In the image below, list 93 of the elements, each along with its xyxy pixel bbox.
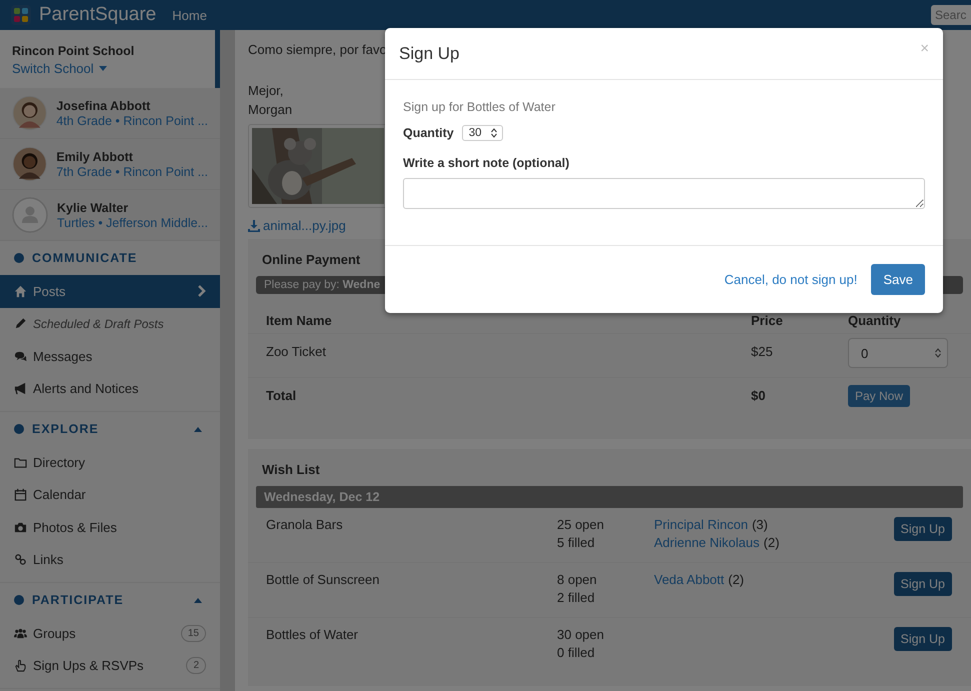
- caret-icon[interactable]: [194, 426, 202, 432]
- signup-count: (2): [764, 535, 780, 550]
- column-header: Price: [751, 313, 784, 328]
- date-header: Wednesday, Dec 12: [256, 486, 963, 508]
- avatar-placeholder-icon: [12, 197, 48, 233]
- note-label: Write a short note (optional): [403, 156, 570, 170]
- section-title: COMMUNICATE: [32, 251, 138, 265]
- total-label: Total: [266, 388, 298, 403]
- calendar-icon: [14, 488, 27, 502]
- nav-item[interactable]: Links: [0, 544, 220, 576]
- student-name: Kylie Walter: [57, 200, 130, 214]
- card-title: Wish List: [261, 461, 321, 479]
- message-text: Morgan: [248, 101, 292, 119]
- item-name: Bottle of Sunscreen: [266, 572, 380, 589]
- dialog-title: Sign Up: [399, 44, 460, 64]
- stepper-icon: [490, 128, 496, 138]
- nav-item[interactable]: Alerts and Notices: [0, 372, 220, 405]
- open-count: 8 open: [557, 572, 598, 587]
- table-cell-text: $25: [751, 344, 774, 359]
- house-icon: [14, 284, 27, 298]
- search-field[interactable]: Searc: [931, 5, 971, 25]
- message-text: Mejor,: [248, 82, 284, 100]
- nav-item[interactable]: Calendar: [0, 478, 220, 511]
- bullet-icon: [14, 253, 24, 263]
- chat-icon: [14, 350, 27, 363]
- camera-icon: [14, 520, 27, 534]
- nav-item[interactable]: Messages: [0, 340, 220, 372]
- sign-up-button[interactable]: Sign Up: [894, 517, 952, 541]
- student-row[interactable]: Emily Abbott 7th Grade • Rincon Point ...: [0, 139, 220, 190]
- sign-up-button[interactable]: Sign Up: [894, 627, 952, 651]
- section-title: EXPLORE: [32, 422, 99, 436]
- due-date-notice: Please pay by: Wedne: [264, 279, 380, 291]
- column-header: Quantity: [848, 313, 902, 328]
- people-icon: [14, 626, 27, 640]
- table-cell-text: Zoo Ticket: [266, 344, 327, 359]
- caret-icon: [98, 66, 107, 71]
- student-row[interactable]: Josefina Abbott 4th Grade • Rincon Point ...: [0, 88, 220, 139]
- note-field[interactable]: [403, 178, 925, 209]
- dialog-subtitle: Sign up for Bottles of Water: [403, 100, 556, 114]
- open-count: 25 open: [557, 517, 605, 532]
- filled-count: 0 filled: [557, 645, 596, 660]
- signup-count: (2): [728, 572, 744, 587]
- logo-icon: [11, 5, 31, 25]
- nav-item[interactable]: Posts: [0, 275, 220, 308]
- link-icon: [14, 553, 27, 566]
- nav-item[interactable]: Scheduled & Draft Posts: [0, 308, 220, 340]
- stepper-icon: [935, 348, 941, 358]
- brand-name[interactable]: ParentSquare: [39, 4, 156, 26]
- student-name: Josefina Abbott: [56, 98, 152, 112]
- download-icon: [248, 220, 260, 232]
- pay-now-button[interactable]: Pay Now: [848, 385, 910, 407]
- hand-icon: [14, 659, 27, 672]
- student-detail: Turtles • Jefferson Middle...: [57, 216, 208, 230]
- quantity-field[interactable]: 0: [848, 338, 948, 368]
- open-count: 30 open: [557, 627, 605, 642]
- folder-icon: [14, 456, 27, 469]
- filled-count: 5 filled: [557, 535, 596, 550]
- nav-item[interactable]: Groups 15: [0, 617, 220, 650]
- chevron-right-icon: [198, 285, 206, 298]
- nav-item[interactable]: Directory: [0, 446, 220, 478]
- item-name: Bottles of Water: [266, 627, 359, 644]
- cancel-link[interactable]: Cancel, do not sign up!: [724, 272, 858, 287]
- count-badge: 2: [186, 657, 206, 674]
- count-badge: 15: [180, 624, 206, 642]
- nav-item[interactable]: Photos & Files: [0, 511, 220, 544]
- total-amount: $0: [751, 388, 766, 403]
- signup-count: (3): [752, 517, 768, 532]
- caret-icon[interactable]: [194, 598, 202, 602]
- switch-school-link[interactable]: Switch School: [12, 61, 203, 76]
- section-title: PARTICIPATE: [32, 593, 124, 607]
- pencil-icon: [14, 317, 27, 330]
- bullet-icon: [14, 595, 24, 605]
- quantity-select[interactable]: 30: [462, 125, 502, 141]
- card-title: Online Payment: [261, 251, 362, 269]
- student-row[interactable]: Kylie Walter Turtles • Jefferson Middle...: [0, 190, 220, 241]
- volunteer-link[interactable]: Veda Abbott: [654, 572, 724, 587]
- student-detail: 7th Grade • Rincon Point ...: [56, 164, 208, 178]
- volunteer-link[interactable]: Adrienne Nikolaus: [654, 535, 760, 550]
- student-detail: 4th Grade • Rincon Point ...: [56, 114, 208, 128]
- quantity-label: Quantity: [403, 126, 454, 140]
- school-name: Rincon Point School: [12, 44, 136, 58]
- student-name: Emily Abbott: [56, 150, 134, 164]
- filled-count: 2 filled: [557, 590, 596, 605]
- megaphone-icon: [14, 382, 27, 396]
- sign-up-button[interactable]: Sign Up: [894, 572, 952, 596]
- file-link[interactable]: animal...py.jpg: [248, 218, 346, 233]
- item-name: Granola Bars: [266, 517, 344, 534]
- column-header: Item Name: [266, 313, 333, 328]
- bullet-icon: [14, 424, 24, 434]
- volunteer-link[interactable]: Principal Rincon: [654, 517, 748, 532]
- save-button[interactable]: Save: [871, 264, 925, 295]
- home-link[interactable]: Home: [172, 8, 207, 22]
- nav-item[interactable]: Sign Ups & RSVPs 2: [0, 650, 220, 682]
